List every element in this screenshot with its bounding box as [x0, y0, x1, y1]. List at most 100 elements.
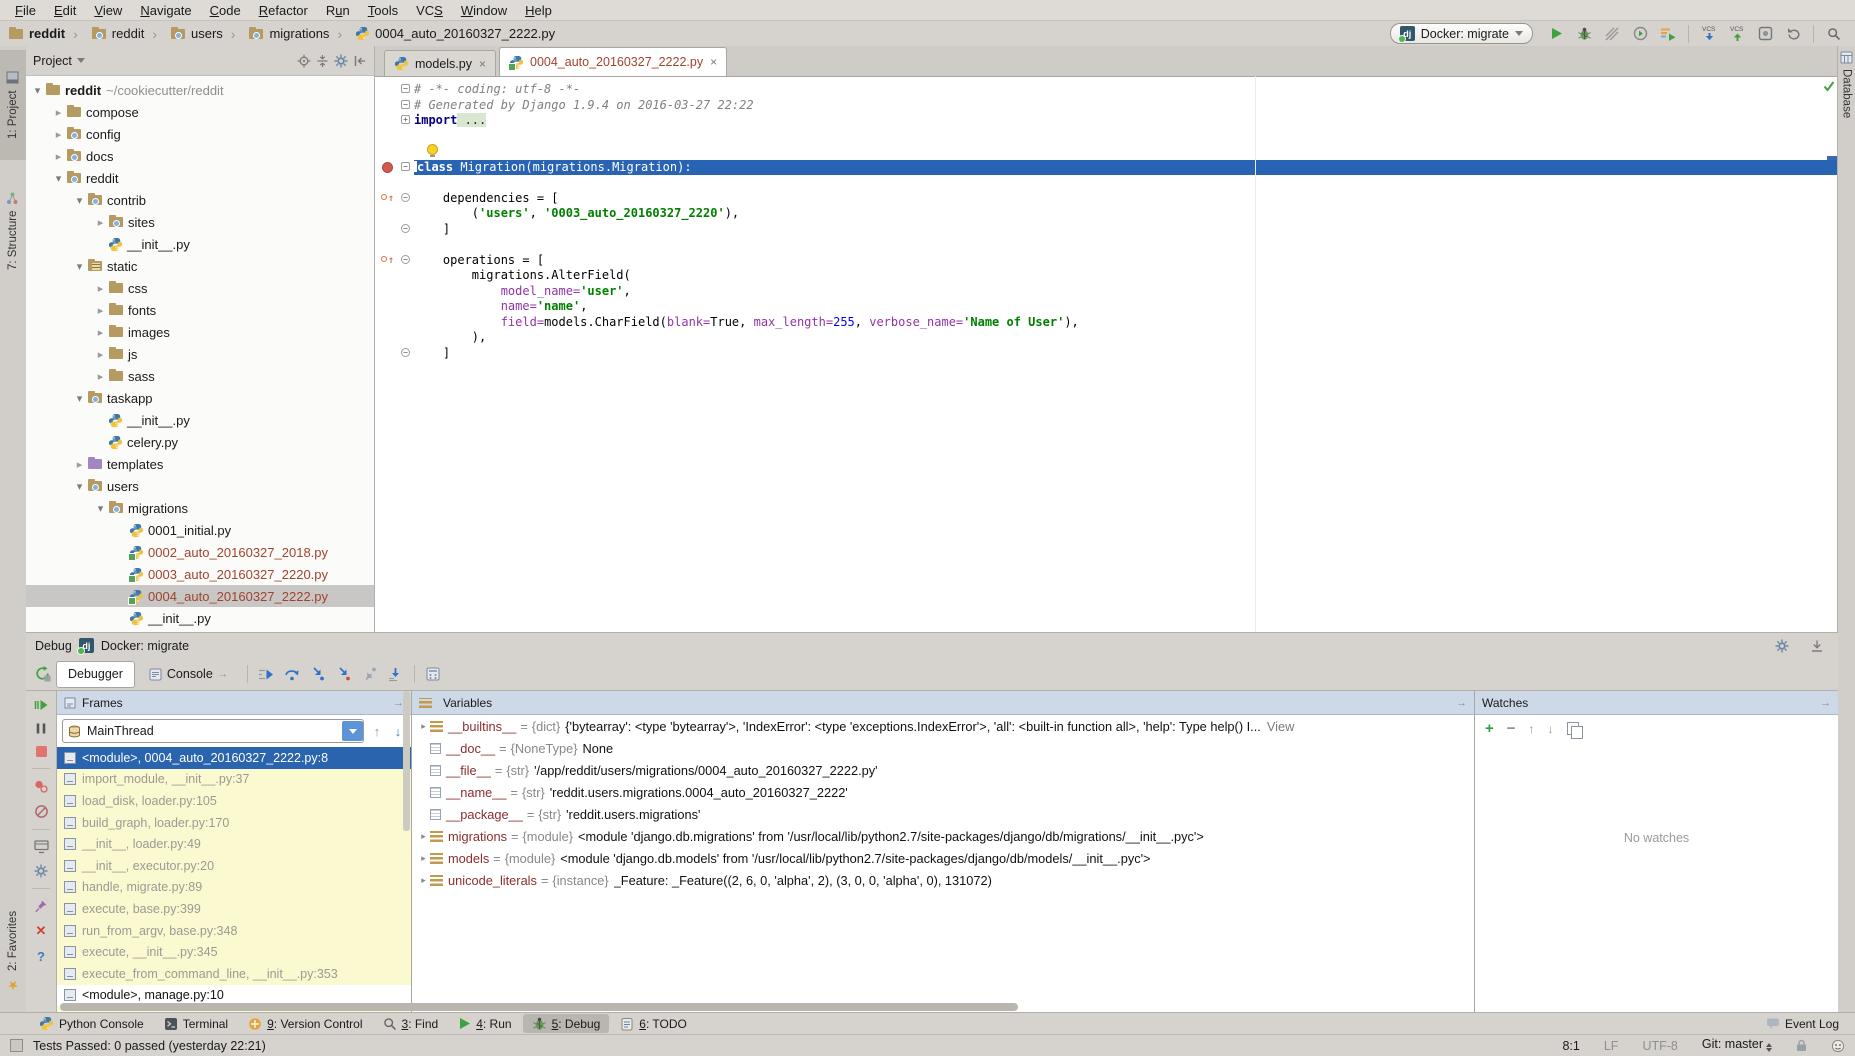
profile-button[interactable]	[1627, 24, 1653, 44]
tree-expand-arrow[interactable]	[93, 216, 108, 229]
tree-expand-arrow[interactable]	[93, 326, 108, 339]
override-marker-icon[interactable]	[381, 255, 394, 266]
resume-button[interactable]	[34, 698, 48, 712]
variable-row-name[interactable]: __name__={str}'reddit.users.migrations.0…	[412, 781, 1474, 803]
tool-window-button-todo[interactable]: 6: TODO	[611, 1015, 696, 1033]
tool-window-button-version-control[interactable]: 9: Version Control	[239, 1015, 371, 1033]
tree-item-reddit[interactable]: reddit	[26, 167, 374, 189]
tool-window-button-run[interactable]: 4: Run	[449, 1015, 520, 1033]
menu-vcs[interactable]: VCS	[407, 2, 452, 19]
run-with-coverage-button[interactable]	[1599, 24, 1625, 44]
tool-window-tab-project[interactable]: 1: Project	[0, 50, 26, 160]
thread-selector[interactable]: MainThread	[62, 719, 364, 743]
duplicate-watch-button[interactable]	[1567, 722, 1579, 735]
frame-item[interactable]: __init__, executor.py:20	[57, 855, 411, 877]
frame-item[interactable]: load_disk, loader.py:105	[57, 790, 411, 812]
menu-code[interactable]: Code	[201, 2, 250, 19]
tree-item-init-py[interactable]: __init__.py	[26, 409, 374, 431]
menu-run[interactable]: Run	[317, 2, 359, 19]
remove-watch-button[interactable]	[1507, 720, 1516, 737]
move-watch-down-button[interactable]	[1548, 722, 1554, 736]
restore-layout-button[interactable]	[34, 840, 49, 854]
menu-window[interactable]: Window	[452, 2, 516, 19]
tree-expand-arrow[interactable]	[51, 150, 66, 163]
gear-icon[interactable]	[334, 54, 348, 68]
tool-window-quick-access-icon[interactable]	[10, 1039, 23, 1052]
step-out-button[interactable]	[357, 664, 383, 684]
tree-expand-arrow[interactable]	[30, 84, 45, 97]
close-tab-icon[interactable]	[710, 55, 717, 69]
tool-window-button-find[interactable]: 3: Find	[374, 1015, 448, 1033]
tree-item-users[interactable]: users	[26, 475, 374, 497]
locate-file-icon[interactable]	[297, 54, 311, 68]
tree-item-taskapp[interactable]: taskapp	[26, 387, 374, 409]
code-editor[interactable]: # -*- coding: utf-8 -*-# Generated by Dj…	[375, 77, 1838, 632]
fold-marker[interactable]	[401, 84, 410, 93]
editor-tab-0004-auto-20160327-2222-py[interactable]: 0004_auto_20160327_2222.py	[499, 47, 727, 76]
vcs-commit-button[interactable]	[1752, 24, 1778, 44]
menu-edit[interactable]: Edit	[45, 2, 85, 19]
tool-window-button-terminal[interactable]: Terminal	[155, 1015, 237, 1033]
tree-item-sites[interactable]: sites	[26, 211, 374, 233]
tree-item-templates[interactable]: templates	[26, 453, 374, 475]
search-everywhere-icon[interactable]	[1821, 24, 1847, 44]
vcs-update-button[interactable]: VCS	[1696, 24, 1722, 44]
tree-item-0003-auto-20160327-2220-py[interactable]: 0003_auto_20160327_2220.py	[26, 563, 374, 585]
pin-tab-icon[interactable]	[34, 899, 48, 913]
run-manage-py-task-button[interactable]	[1655, 24, 1681, 44]
hide-panel-icon[interactable]	[353, 54, 367, 68]
frame-up-button[interactable]	[369, 724, 385, 739]
tree-item-contrib[interactable]: contrib	[26, 189, 374, 211]
rerun-button[interactable]	[30, 664, 56, 684]
settings-gear-icon[interactable]	[34, 864, 48, 878]
horizontal-scrollbar[interactable]	[60, 1003, 1018, 1011]
line-ending[interactable]: LF	[1604, 1039, 1619, 1053]
variable-row-unicode-literals[interactable]: unicode_literals={instance}_Feature: _Fe…	[412, 869, 1474, 891]
highlighting-level-icon[interactable]	[1831, 1039, 1845, 1053]
breadcrumb-item-users[interactable]: users	[144, 26, 222, 42]
tree-expand-arrow[interactable]	[51, 128, 66, 141]
hide-icon[interactable]	[1820, 697, 1831, 709]
stop-button[interactable]	[35, 745, 48, 758]
frame-item[interactable]: handle, migrate.py:89	[57, 877, 411, 899]
fold-marker[interactable]	[401, 255, 410, 264]
menu-view[interactable]: View	[85, 2, 131, 19]
show-execution-point-button[interactable]	[253, 664, 279, 684]
debug-button[interactable]	[1571, 24, 1597, 44]
tool-window-button-python-console[interactable]: Python Console	[30, 1014, 153, 1033]
view-breakpoints-button[interactable]	[34, 779, 49, 794]
expand-arrow-icon[interactable]	[417, 875, 430, 886]
force-step-into-button[interactable]	[331, 664, 357, 684]
run-configuration-selector[interactable]: Docker: migrate	[1390, 23, 1533, 44]
chevron-down-icon[interactable]	[77, 58, 85, 67]
tab-debugger[interactable]: Debugger	[56, 661, 135, 688]
inspections-ok-icon[interactable]	[1823, 80, 1835, 92]
fold-marker[interactable]	[401, 115, 410, 124]
tool-window-tab-favorites[interactable]: ★ 2: Favorites	[0, 896, 26, 1008]
caret-position[interactable]: 8:1	[1562, 1039, 1579, 1053]
menu-help[interactable]: Help	[516, 2, 561, 19]
variable-row-builtins[interactable]: __builtins__={dict}{'bytearray': <type '…	[412, 715, 1474, 737]
file-encoding[interactable]: UTF-8	[1642, 1039, 1677, 1053]
expand-arrow-icon[interactable]	[417, 721, 430, 732]
tree-item-css[interactable]: css	[26, 277, 374, 299]
tree-item-migrations[interactable]: migrations	[26, 497, 374, 519]
frame-item[interactable]: build_graph, loader.py:170	[57, 812, 411, 834]
frame-item[interactable]: execute_from_command_line, __init__.py:3…	[57, 963, 411, 985]
tool-window-tab-structure[interactable]: 7: Structure	[0, 172, 26, 290]
fold-marker[interactable]	[401, 348, 410, 357]
frames-scrollbar[interactable]	[403, 691, 410, 831]
hide-icon[interactable]	[1456, 697, 1467, 709]
event-log-button[interactable]: Event Log	[1766, 1017, 1839, 1031]
tree-expand-arrow[interactable]	[72, 392, 87, 405]
tree-expand-arrow[interactable]	[72, 480, 87, 493]
run-to-cursor-button[interactable]	[383, 664, 409, 684]
add-watch-button[interactable]	[1485, 720, 1494, 737]
evaluate-expression-button[interactable]	[420, 664, 446, 684]
override-marker-icon[interactable]	[381, 193, 394, 204]
view-link[interactable]: View	[1267, 719, 1295, 734]
fold-marker[interactable]	[401, 162, 410, 171]
tree-item-0004-auto-20160327-2222-py[interactable]: 0004_auto_20160327_2222.py	[26, 585, 374, 607]
step-into-button[interactable]	[305, 664, 331, 684]
tree-expand-arrow[interactable]	[72, 260, 87, 273]
